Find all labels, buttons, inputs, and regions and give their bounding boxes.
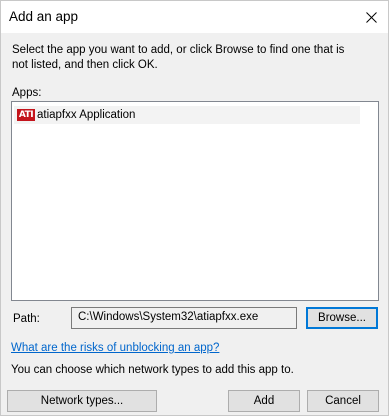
close-icon — [365, 11, 377, 23]
app-name: atiapfxx Application — [37, 109, 136, 121]
network-types-button[interactable]: Network types... — [7, 390, 157, 412]
path-field[interactable]: C:\Windows\System32\atiapfxx.exe — [71, 307, 297, 329]
close-button[interactable] — [354, 1, 388, 33]
ati-app-icon: ATI — [17, 109, 35, 121]
add-button[interactable]: Add — [228, 390, 300, 412]
dialog-body: Select the app you want to add, or click… — [1, 33, 388, 415]
risks-link[interactable]: What are the risks of unblocking an app? — [11, 342, 219, 354]
list-item[interactable]: ATI atiapfxx Application — [14, 106, 360, 124]
cancel-button[interactable]: Cancel — [307, 390, 379, 412]
title-bar: Add an app — [1, 1, 388, 33]
add-app-dialog: Add an app Select the app you want to ad… — [0, 0, 389, 416]
window-title: Add an app — [9, 9, 79, 24]
apps-label: Apps: — [12, 87, 42, 99]
network-note: You can choose which network types to ad… — [11, 364, 294, 376]
apps-list[interactable]: ATI atiapfxx Application — [11, 101, 379, 301]
browse-button[interactable]: Browse... — [306, 307, 378, 329]
instructions-text: Select the app you want to add, or click… — [12, 44, 345, 71]
path-label: Path: — [13, 313, 40, 325]
